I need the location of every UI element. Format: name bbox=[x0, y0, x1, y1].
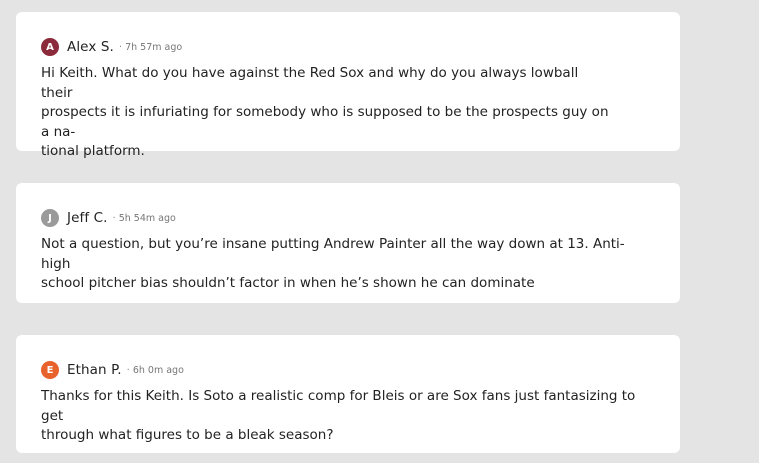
comment-card: E Ethan P. · 6h 0m ago Thanks for this K… bbox=[16, 335, 680, 453]
comment-line: Hi Keith. What do you have against the R… bbox=[41, 65, 579, 101]
comment-body: Hi Keith. What do you have against the R… bbox=[41, 64, 611, 162]
comment-timestamp: 6h 0m ago bbox=[132, 364, 184, 376]
comment-meta: J Jeff C. · 5h 54m ago bbox=[41, 209, 176, 227]
comment-line: school pitcher bias shouldn’t factor in … bbox=[41, 275, 535, 291]
comment-card: A Alex S. · 7h 57m ago Hi Keith. What do… bbox=[16, 12, 680, 159]
comment-line: through what figures to be a bleak seaso… bbox=[41, 427, 334, 443]
comment-line: prospects it is infuriating for somebody… bbox=[41, 104, 609, 140]
meta-separator: · bbox=[112, 212, 116, 224]
comment-line: tional platform. bbox=[41, 143, 145, 159]
meta-separator: · bbox=[118, 41, 123, 53]
comment-timestamp: 7h 57m ago bbox=[125, 41, 183, 53]
avatar[interactable]: A bbox=[41, 38, 59, 56]
avatar[interactable]: J bbox=[41, 209, 59, 227]
comment-meta: E Ethan P. · 6h 0m ago bbox=[41, 361, 184, 379]
avatar[interactable]: E bbox=[41, 361, 59, 379]
comment-author[interactable]: Alex S. bbox=[67, 39, 114, 55]
comment-author[interactable]: Jeff C. bbox=[67, 210, 108, 226]
comment-timestamp: 5h 54m ago bbox=[118, 212, 176, 224]
comment-meta: A Alex S. · 7h 57m ago bbox=[41, 38, 182, 56]
comment-card: J Jeff C. · 5h 54m ago Not a question, b… bbox=[16, 183, 680, 303]
comment-body: Not a question, but you’re insane puttin… bbox=[41, 235, 631, 294]
comment-body: Thanks for this Keith. Is Soto a realist… bbox=[41, 387, 641, 446]
comment-author[interactable]: Ethan P. bbox=[67, 362, 122, 378]
meta-separator: · bbox=[126, 364, 130, 376]
comment-line: Not a question, but you’re insane puttin… bbox=[41, 236, 625, 272]
comment-line: Thanks for this Keith. Is Soto a realist… bbox=[41, 388, 636, 424]
